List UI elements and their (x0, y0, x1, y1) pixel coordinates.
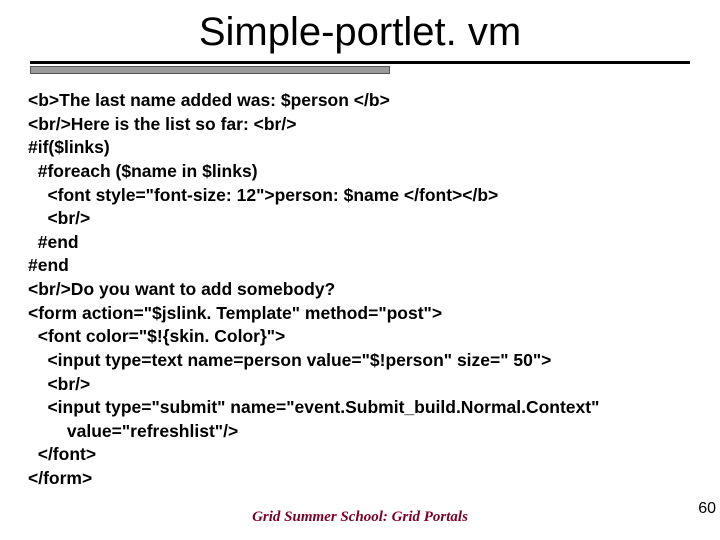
footer-text: Grid Summer School: Grid Portals (0, 509, 720, 526)
title-underline (30, 61, 690, 75)
page-number: 60 (698, 500, 716, 518)
code-block: <b>The last name added was: $person </b>… (28, 89, 700, 491)
slide-title: Simple-portlet. vm (0, 0, 720, 55)
